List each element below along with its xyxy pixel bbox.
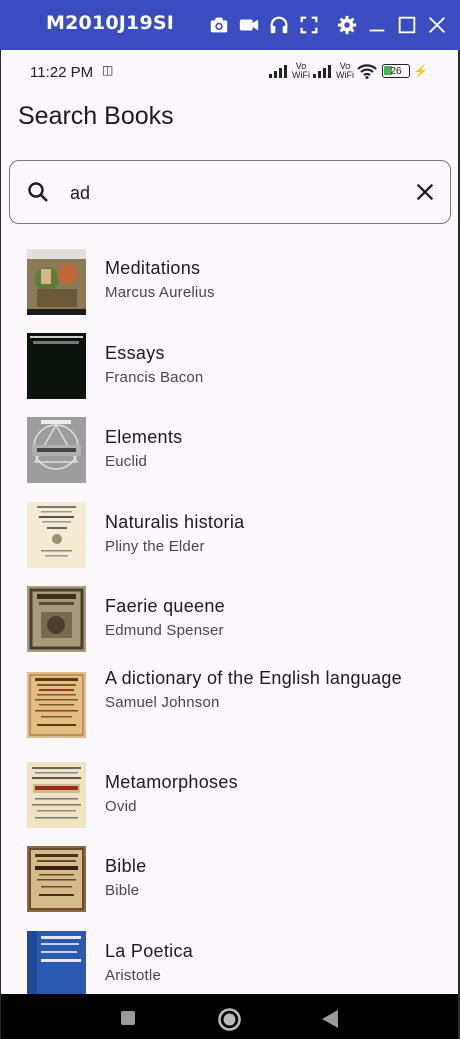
phone-screen: 11:22 PM ◫ Vo WiFi Vo WiFi 26 ⚡ Search B… [1, 50, 458, 994]
vowifi-label: Vo WiFi [292, 61, 311, 80]
book-title: Elements [105, 427, 183, 447]
minimize-icon[interactable] [364, 12, 390, 38]
maximize-icon[interactable] [394, 12, 420, 38]
book-title: A dictionary of the English language [105, 668, 402, 688]
book-title: Naturalis historia [105, 512, 245, 532]
book-item[interactable]: Essays Francis Bacon [1, 330, 458, 414]
book-text: Faerie queene Edmund Spenser [105, 592, 438, 642]
book-cover-bible [27, 846, 86, 912]
wifi-icon [357, 64, 377, 79]
book-cover-elements [27, 417, 86, 483]
book-text: Essays Francis Bacon [105, 339, 438, 389]
book-item[interactable]: Elements Euclid [1, 414, 458, 499]
emulator-toolbar [202, 12, 450, 38]
device-name: M2010J19SI [46, 12, 175, 34]
search-input[interactable] [70, 171, 400, 215]
book-item[interactable]: A dictionary of the English language Sam… [1, 668, 458, 759]
clear-icon[interactable] [414, 181, 436, 203]
book-item[interactable]: Bible Bible [1, 843, 458, 928]
headphones-icon[interactable] [266, 12, 292, 38]
charging-icon: ⚡ [413, 64, 428, 78]
close-icon[interactable] [424, 12, 450, 38]
status-bar: 11:22 PM ◫ Vo WiFi Vo WiFi 26 ⚡ [1, 50, 458, 94]
home-icon[interactable] [217, 1007, 242, 1032]
status-time: 11:22 PM [30, 64, 94, 81]
book-text: La Poetica Aristotle [105, 937, 438, 987]
book-author: Aristotle [105, 967, 161, 984]
book-author: Ovid [105, 798, 137, 815]
book-cover-poetica [27, 931, 86, 994]
signal-icon [313, 65, 332, 78]
vowifi-label: Vo WiFi [336, 61, 355, 80]
book-title: Essays [105, 343, 165, 363]
book-author: Samuel Johnson [105, 694, 220, 711]
book-author: Edmund Spenser [105, 622, 224, 639]
book-item[interactable]: Meditations Marcus Aurelius [1, 245, 458, 330]
book-author: Marcus Aurelius [105, 284, 215, 301]
emulator-title-bar: M2010J19SI [0, 0, 460, 50]
book-author: Bible [105, 882, 140, 899]
book-title: Metamorphoses [105, 772, 238, 792]
back-icon[interactable] [321, 1009, 339, 1029]
book-text: Naturalis historia Pliny the Elder [105, 508, 438, 558]
book-cover-metamorphoses [27, 762, 86, 828]
page-title: Search Books [18, 102, 174, 130]
camera-icon[interactable] [206, 12, 232, 38]
book-title: La Poetica [105, 941, 194, 961]
battery-level: 26 [390, 65, 402, 77]
book-list: Meditations Marcus Aurelius Essays Franc… [1, 245, 458, 994]
search-box[interactable] [9, 160, 451, 224]
book-item[interactable]: Metamorphoses Ovid [1, 759, 458, 843]
battery-icon: 26 [382, 64, 411, 78]
sim-icon: ◫ [102, 63, 114, 77]
book-cover-dictionary [27, 672, 86, 738]
book-text: Elements Euclid [105, 423, 438, 473]
book-item[interactable]: Naturalis historia Pliny the Elder [1, 499, 458, 583]
book-cover-naturalis [27, 502, 86, 568]
book-item[interactable]: La Poetica Aristotle [1, 928, 458, 994]
book-text: Metamorphoses Ovid [105, 768, 438, 818]
recents-icon[interactable] [120, 1010, 136, 1026]
settings-icon[interactable] [334, 12, 360, 38]
book-item[interactable]: Faerie queene Edmund Spenser [1, 583, 458, 668]
book-cover-meditations [27, 249, 86, 315]
book-title: Meditations [105, 258, 201, 278]
book-text: Meditations Marcus Aurelius [105, 254, 438, 304]
book-author: Francis Bacon [105, 369, 204, 386]
fullscreen-icon[interactable] [296, 12, 322, 38]
search-icon [28, 182, 48, 202]
signal-icon [269, 65, 288, 78]
navigation-bar [1, 994, 458, 1039]
status-icons: Vo WiFi Vo WiFi 26 ⚡ [269, 62, 428, 80]
book-text: Bible Bible [105, 852, 438, 902]
book-title: Faerie queene [105, 596, 225, 616]
book-cover-faerie [27, 586, 86, 652]
book-author: Euclid [105, 453, 148, 470]
video-icon[interactable] [236, 12, 262, 38]
book-title: Bible [105, 856, 147, 876]
book-cover-essays [27, 333, 86, 399]
book-author: Pliny the Elder [105, 538, 205, 555]
book-text: A dictionary of the English language Sam… [105, 664, 438, 714]
